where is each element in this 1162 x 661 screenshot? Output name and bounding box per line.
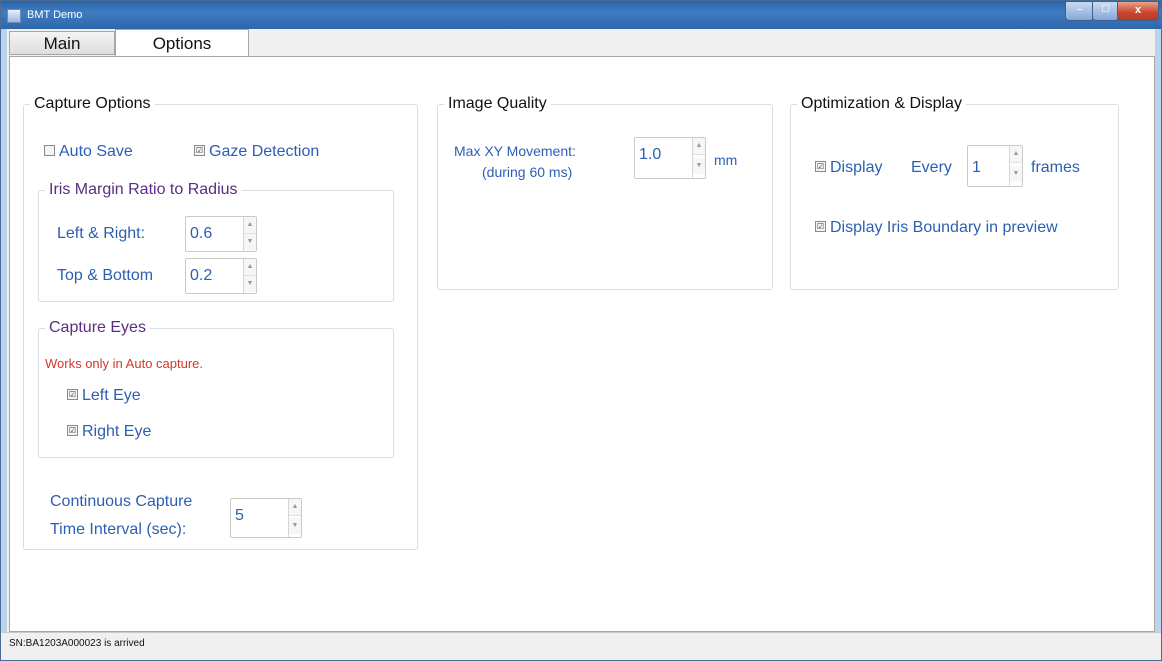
- optimization-display-group: Optimization & Display ☑ Display Every 1 …: [790, 95, 1119, 290]
- gaze-detection-label: Gaze Detection: [209, 143, 320, 160]
- top-bottom-value: 0.2: [190, 267, 213, 284]
- every-frames-value: 1: [972, 159, 981, 176]
- auto-save-check-icon: [44, 145, 55, 157]
- capture-eyes-legend: Capture Eyes: [45, 319, 150, 337]
- continuous-capture-label: Continuous Capture: [50, 493, 193, 510]
- spin-up-icon[interactable]: ▲: [244, 217, 256, 234]
- max-xy-value: 1.0: [639, 146, 662, 163]
- spin-down-icon[interactable]: ▼: [244, 234, 256, 250]
- auto-capture-note: Works only in Auto capture.: [45, 356, 204, 371]
- left-right-spinner[interactable]: 0.6 ▲ ▼: [185, 216, 257, 252]
- window-title: BMT Demo: [27, 9, 83, 21]
- max-xy-label: Max XY Movement:: [454, 143, 576, 159]
- spin-up-icon[interactable]: ▲: [1010, 146, 1022, 163]
- capture-options-group: Capture Options Auto Save ☑ Gaze Detectio…: [23, 95, 418, 550]
- app-window: BMT Demo ‒ ☐ x Main Options Capture Opti…: [0, 0, 1162, 661]
- auto-save-label: Auto Save: [59, 143, 133, 160]
- spin-up-icon[interactable]: ▲: [693, 138, 705, 155]
- window-border-right: [1155, 29, 1161, 653]
- left-right-value: 0.6: [190, 225, 213, 242]
- right-eye-check-icon: ☑: [67, 425, 78, 437]
- iris-boundary-check-icon: ☑: [815, 221, 826, 233]
- time-interval-spinner[interactable]: 5 ▲ ▼: [230, 498, 302, 538]
- time-interval-value: 5: [235, 507, 244, 524]
- iris-margin-legend: Iris Margin Ratio to Radius: [45, 181, 242, 199]
- gaze-detection-check-icon: ☑: [194, 145, 205, 157]
- every-frames-spinner[interactable]: 1 ▲ ▼: [967, 145, 1023, 187]
- left-right-label: Left & Right:: [57, 225, 146, 242]
- left-eye-checkbox[interactable]: ☑ Left Eye: [67, 387, 141, 405]
- spin-down-icon[interactable]: ▼: [289, 518, 301, 534]
- left-eye-label: Left Eye: [82, 387, 141, 404]
- auto-save-checkbox[interactable]: Auto Save: [44, 143, 133, 161]
- mm-unit-label: mm: [714, 152, 738, 168]
- tab-main[interactable]: Main: [9, 31, 115, 55]
- window-border-left: [1, 29, 7, 653]
- top-bottom-spinner[interactable]: 0.2 ▲ ▼: [185, 258, 257, 294]
- iris-boundary-checkbox[interactable]: ☑ Display Iris Boundary in preview: [815, 219, 1058, 237]
- capture-eyes-group: Capture Eyes Works only in Auto capture.…: [38, 319, 394, 458]
- optimization-display-legend: Optimization & Display: [797, 95, 966, 113]
- display-checkbox[interactable]: ☑ Display: [815, 159, 882, 177]
- status-text: SN:BA1203A000023 is arrived: [9, 638, 145, 649]
- spin-up-icon[interactable]: ▲: [289, 499, 301, 516]
- iris-margin-group: Iris Margin Ratio to Radius Left & Right…: [38, 181, 394, 302]
- capture-options-legend: Capture Options: [30, 95, 155, 113]
- every-label: Every: [911, 159, 952, 176]
- spin-up-icon[interactable]: ▲: [244, 259, 256, 276]
- maximize-button[interactable]: ☐: [1092, 2, 1119, 21]
- display-check-icon: ☑: [815, 161, 826, 173]
- image-quality-group: Image Quality Max XY Movement: (during 6…: [437, 95, 773, 290]
- image-quality-legend: Image Quality: [444, 95, 551, 113]
- close-button[interactable]: x: [1117, 2, 1159, 21]
- max-xy-spinner[interactable]: 1.0 ▲ ▼: [634, 137, 706, 179]
- frames-label: frames: [1031, 159, 1080, 176]
- top-bottom-label: Top & Bottom: [57, 267, 154, 284]
- tab-options[interactable]: Options: [115, 29, 249, 57]
- gaze-detection-checkbox[interactable]: ☑ Gaze Detection: [194, 143, 319, 161]
- right-eye-checkbox[interactable]: ☑ Right Eye: [67, 423, 151, 441]
- time-interval-label: Time Interval (sec):: [50, 521, 187, 538]
- spin-down-icon[interactable]: ▼: [1010, 166, 1022, 182]
- status-bar: SN:BA1203A000023 is arrived: [1, 632, 1161, 655]
- options-panel: Capture Options Auto Save ☑ Gaze Detectio…: [9, 56, 1155, 632]
- title-bar: BMT Demo ‒ ☐ x: [1, 1, 1161, 29]
- display-label: Display: [830, 159, 883, 176]
- spin-down-icon[interactable]: ▼: [244, 276, 256, 292]
- spin-down-icon[interactable]: ▼: [693, 158, 705, 174]
- minimize-button[interactable]: ‒: [1065, 2, 1094, 21]
- left-eye-check-icon: ☑: [67, 389, 78, 401]
- app-icon: [7, 9, 21, 23]
- max-xy-sublabel: (during 60 ms): [482, 164, 573, 180]
- iris-boundary-label: Display Iris Boundary in preview: [830, 219, 1058, 236]
- right-eye-label: Right Eye: [82, 423, 152, 440]
